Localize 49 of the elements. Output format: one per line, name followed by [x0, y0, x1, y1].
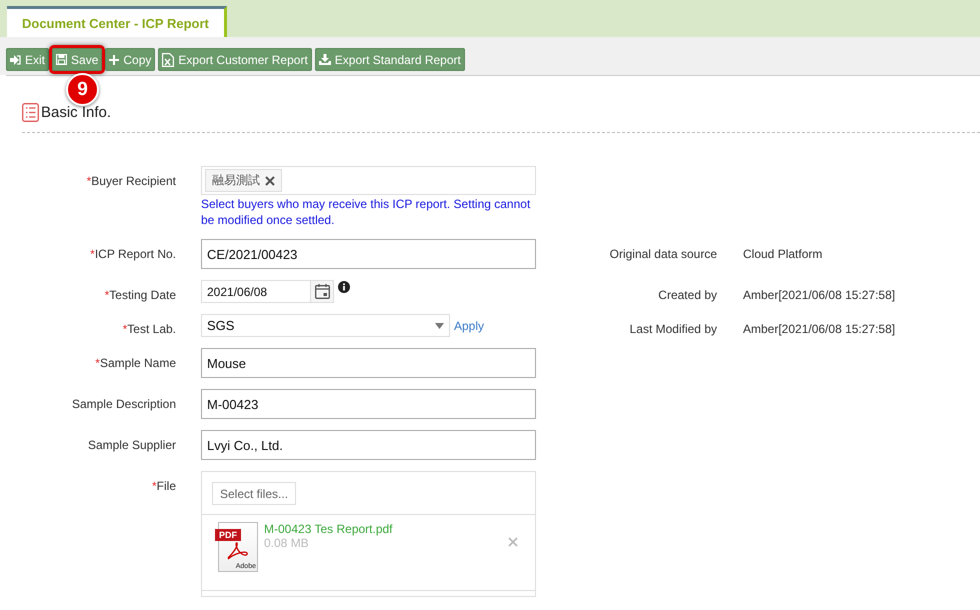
info-value: Amber[2021/06/08 15:27:58] [743, 322, 896, 336]
recipient-tag: 融易測試 [205, 169, 282, 192]
dropdown[interactable]: SGS [201, 314, 450, 337]
download-icon [318, 54, 331, 65]
plus-icon [109, 54, 120, 64]
field-label: Sample Name [100, 356, 176, 370]
list-icon [22, 103, 39, 122]
toolbar-button[interactable]: Exit [6, 48, 50, 71]
info-label: Original data source [608, 247, 717, 261]
calendar-icon[interactable] [314, 284, 330, 299]
field-label: Buyer Recipient [91, 174, 176, 188]
field-label: Test Lab. [127, 322, 176, 336]
remove-icon[interactable] [265, 176, 275, 186]
field-label: Sample Supplier [88, 438, 176, 452]
select-files-button[interactable]: Select files... [212, 482, 296, 505]
info-label: Last Modified by [628, 322, 717, 336]
info-icon[interactable] [338, 281, 350, 293]
section-title: Basic Info. [41, 104, 112, 121]
toolbar-button[interactable]: Export Customer Report [158, 48, 312, 71]
field-label: Testing Date [109, 288, 176, 302]
text-field[interactable]: CE/2021/00423 [201, 239, 536, 269]
field-label: File [156, 479, 176, 493]
info-value: Cloud Platform [743, 247, 822, 261]
recipient-field[interactable]: 融易測試 [201, 166, 536, 195]
required-asterisk: * [122, 322, 128, 336]
info-value: Amber[2021/06/08 15:27:58] [743, 288, 896, 302]
save-icon [56, 54, 68, 65]
required-asterisk: * [152, 479, 157, 493]
file-name[interactable]: M-00423 Tes Report.pdf [264, 522, 393, 536]
toolbar-button[interactable]: Copy [105, 48, 156, 71]
help-text: Select buyers who may receive this ICP report. Setting cannot be modified once settled. [201, 196, 532, 228]
dropdown-arrow-icon [435, 322, 444, 328]
required-asterisk: * [86, 174, 92, 188]
toolbar-button[interactable]: Save [52, 48, 102, 71]
required-asterisk: * [104, 288, 110, 302]
spreadsheet-file-icon [162, 52, 174, 66]
text-field[interactable]: Lvyi Co., Ltd. [201, 430, 536, 460]
required-asterisk: * [95, 356, 100, 370]
field-label: Sample Description [72, 397, 176, 411]
file-size: 0.08 MB [264, 536, 310, 550]
field-label: ICP Report No. [94, 247, 176, 261]
toolbar-button[interactable]: Export Standard Report [314, 48, 465, 71]
text-field[interactable]: Mouse [201, 348, 536, 378]
date-field[interactable]: 2021/06/08 [201, 280, 311, 303]
info-label: Created by [657, 288, 717, 302]
required-asterisk: * [90, 247, 95, 261]
apply-link[interactable]: Apply [454, 318, 484, 332]
exit-icon [10, 54, 21, 64]
text-field[interactable]: M-00423 [201, 389, 536, 419]
